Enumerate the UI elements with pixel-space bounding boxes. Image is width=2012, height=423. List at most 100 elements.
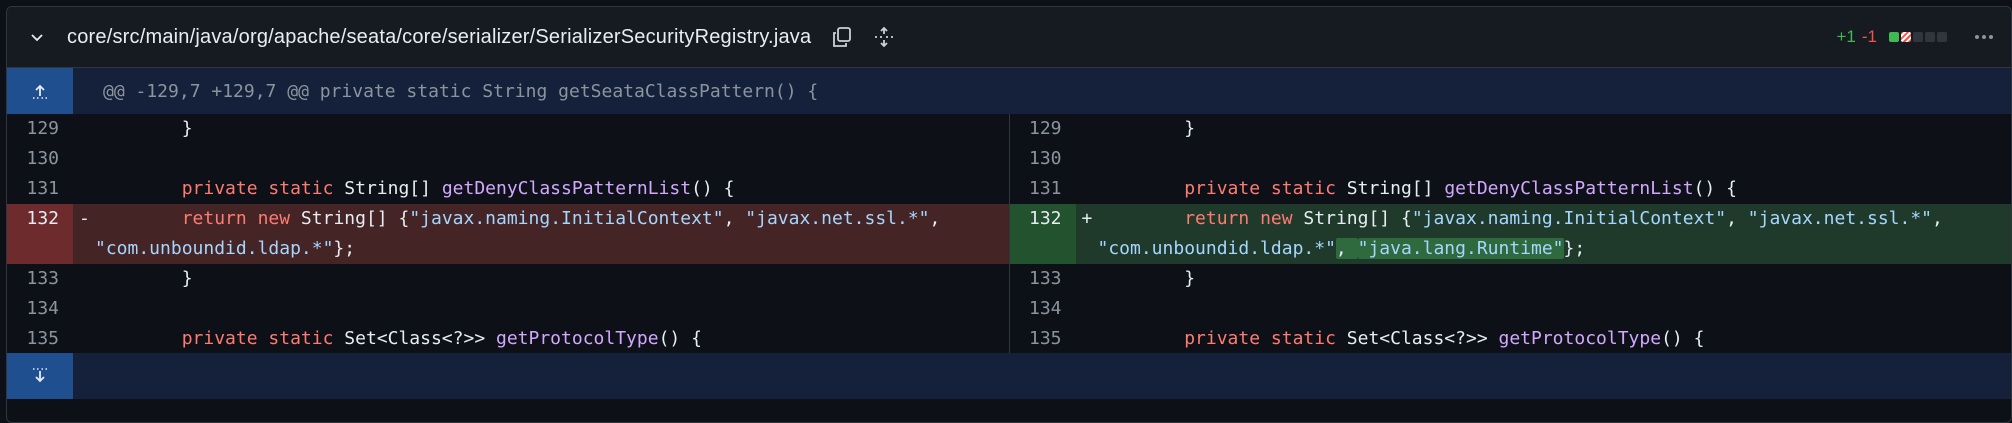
expand-all-button[interactable] xyxy=(873,26,895,48)
diffstat-block-add xyxy=(1889,32,1899,42)
code-token: new xyxy=(257,208,291,229)
diff-line: 129 } xyxy=(1010,114,2012,144)
diff-line: 135 private static Set<Class<?>> getProt… xyxy=(7,324,1009,354)
right-diff-pane: 129 } 130 131 private static String[] get… xyxy=(1009,114,2012,354)
line-number[interactable]: 133 xyxy=(7,264,73,294)
code-content xyxy=(1098,294,2012,324)
line-number[interactable]: 135 xyxy=(7,324,73,354)
line-number[interactable]: 133 xyxy=(1010,264,1076,294)
code-token: } xyxy=(95,268,193,289)
code-token: static xyxy=(1270,178,1336,199)
diff-line: 134 xyxy=(7,294,1009,324)
diff-line: 131 private static String[] getDenyClass… xyxy=(1010,174,2012,204)
unfold-icon xyxy=(875,26,894,48)
line-number[interactable]: 135 xyxy=(1010,324,1076,354)
line-number[interactable]: 132 xyxy=(7,204,73,264)
code-token: , xyxy=(1932,208,1943,229)
diffstat-blocks xyxy=(1889,32,1947,42)
diff-sign: + xyxy=(1081,208,1093,229)
diffstat-block-neutral xyxy=(1913,32,1923,42)
additions-count: +1 xyxy=(1836,27,1856,46)
diff-file: core/src/main/java/org/apache/seata/core… xyxy=(6,6,2012,423)
code-token: , xyxy=(929,208,941,229)
code-token: "javax.net.ssl.*" xyxy=(745,208,930,229)
expand-up-button[interactable] xyxy=(7,68,73,114)
line-number[interactable]: 130 xyxy=(1010,144,1076,174)
diff-sign xyxy=(1076,114,1098,144)
code-token: getDenyClassPatternList xyxy=(1444,178,1694,199)
code-token: private xyxy=(1184,328,1261,349)
code-token: static xyxy=(268,178,334,199)
collapse-chevron-button[interactable] xyxy=(7,29,67,45)
hunk-header: @@ -129,7 +129,7 @@ private static Strin… xyxy=(7,68,2011,114)
code-token: getDenyClassPatternList xyxy=(441,178,692,199)
diffstat-block-del xyxy=(1901,32,1911,42)
line-number[interactable]: 129 xyxy=(7,114,73,144)
code-token: }; xyxy=(1563,238,1586,259)
copy-path-button[interactable] xyxy=(831,26,853,48)
diff-stats: +1 -1 xyxy=(1836,7,1993,67)
code-token: } xyxy=(1097,118,1196,139)
code-content: private static String[] getDenyClassPatt… xyxy=(95,174,1009,204)
diff-line: 133 } xyxy=(7,264,1009,294)
code-token: private xyxy=(181,328,258,349)
diff-line: 134 xyxy=(1010,294,2012,324)
diff-line: 129 } xyxy=(7,114,1009,144)
more-options-button[interactable] xyxy=(1975,35,1993,39)
hunk-label: @@ -129,7 +129,7 @@ private static Strin… xyxy=(103,80,819,102)
line-number[interactable]: 132 xyxy=(1009,204,1076,264)
left-diff-pane: 129 } 130 131 private static String[] get… xyxy=(7,114,1010,354)
diff-sign xyxy=(73,324,95,354)
code-content: } xyxy=(95,114,1009,144)
expand-down-icon xyxy=(33,368,47,383)
expand-down-button[interactable] xyxy=(7,353,73,399)
code-token: return xyxy=(1184,208,1250,229)
diffstat-block-neutral xyxy=(1937,32,1947,42)
diffstat-block-neutral xyxy=(1925,32,1935,42)
line-number[interactable]: 134 xyxy=(1010,294,1076,324)
code-token: () { xyxy=(691,178,735,199)
copy-icon xyxy=(833,27,852,47)
diff-sign: - xyxy=(79,208,90,229)
diff-sign xyxy=(73,114,95,144)
file-path[interactable]: core/src/main/java/org/apache/seata/core… xyxy=(67,26,811,49)
code-content: return new String[] {"javax.naming.Initi… xyxy=(95,204,1009,264)
highlighted-token: "java.lang.Runtime" xyxy=(1357,238,1564,259)
code-token: return xyxy=(181,208,247,229)
code-token: }; xyxy=(333,238,356,259)
kebab-icon xyxy=(1975,35,1979,39)
code-token: static xyxy=(268,328,334,349)
line-number[interactable]: 131 xyxy=(1010,174,1076,204)
diff-line: 130 xyxy=(7,144,1009,174)
code-content: private static Set<Class<?>> getProtocol… xyxy=(95,324,1009,354)
deletions-count: -1 xyxy=(1861,27,1877,46)
code-token: () { xyxy=(1661,328,1705,349)
line-number[interactable]: 131 xyxy=(7,174,73,204)
code-token: Set<Class<?>> xyxy=(333,328,496,349)
diff-sign xyxy=(1076,264,1098,294)
code-token: String[] { xyxy=(290,208,410,229)
diff-sign xyxy=(1076,324,1098,354)
code-content: } xyxy=(1098,114,2012,144)
diff-line: 135 private static Set<Class<?>> getProt… xyxy=(1010,324,2012,354)
file-header: core/src/main/java/org/apache/seata/core… xyxy=(7,7,2011,68)
hunk-footer xyxy=(7,353,2011,399)
line-number[interactable]: 134 xyxy=(7,294,73,324)
diff-line: 130 xyxy=(1010,144,2012,174)
code-token: () { xyxy=(1693,178,1737,199)
code-token: getProtocolType xyxy=(1498,328,1662,349)
line-number[interactable]: 129 xyxy=(1010,114,1076,144)
diff-sign xyxy=(73,144,95,174)
code-token: , xyxy=(723,208,746,229)
expand-up-icon xyxy=(33,84,47,99)
diff-sign xyxy=(73,264,95,294)
code-token: } xyxy=(95,118,193,139)
line-number[interactable]: 130 xyxy=(7,144,73,174)
